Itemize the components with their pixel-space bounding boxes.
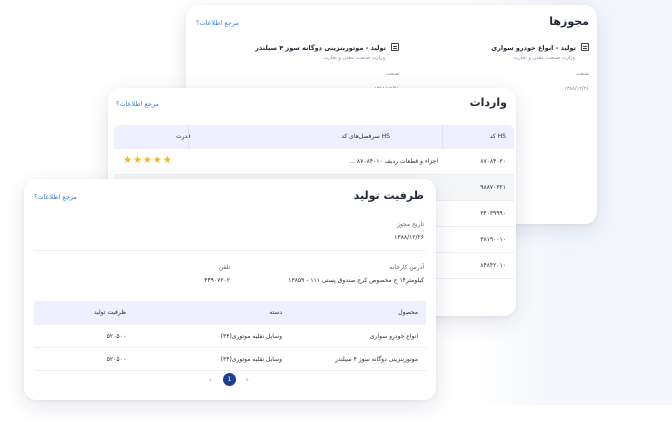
column-divider	[442, 125, 443, 149]
hs-code: ۹۸۸۷۰۳۲۱	[480, 184, 506, 191]
license-item: تولید - انواع خودرو سواری وزارت صنعت، مع…	[439, 43, 589, 92]
license-ministry: وزارت صنعت، معدن و تجارت	[323, 55, 385, 61]
product-capacity: ۵۲۰۵۰۰	[106, 356, 126, 363]
table-row[interactable]: موتوربنزینی دوگانه سوز ۴ سیلندر وسایل نق…	[34, 348, 426, 371]
capacity-title: ظرفیت تولید	[353, 189, 424, 202]
hs-code: ۸۴۸۴۲۰۱۰	[480, 262, 506, 269]
table-row[interactable]: انواع خودرو سواری وسایل نقلیه موتوری(۳۴)…	[34, 325, 426, 348]
page-current[interactable]: 1	[223, 373, 236, 386]
document-icon	[581, 43, 589, 51]
document-icon	[391, 43, 399, 51]
product-capacity: ۵۲۰۵۰۰	[106, 333, 126, 340]
license-type: صنعت	[575, 71, 589, 77]
pagination: ‹ 1 ›	[209, 373, 249, 387]
hs-code: ۳۴۰۳۹۹۹۰	[480, 210, 506, 217]
header-product: محصول	[398, 309, 418, 316]
licenses-reference-link[interactable]: مرجع اطلاعات؟	[196, 19, 239, 27]
license-date-value: ۱۳۸۸/۱۲/۲۶	[394, 234, 424, 241]
license-date-label: تاریخ مجوز	[397, 221, 424, 228]
chevron-left-icon[interactable]: ‹	[209, 375, 212, 384]
phone-value: ۴۴۹۰۷۲۰۲	[204, 277, 230, 284]
license-name: تولید - موتوربنزینی دوگانه سوز ۴ سیلندر	[255, 44, 386, 52]
hs-code: ۸۷۰۸۴۰۳۰	[480, 158, 506, 165]
license-ministry: وزارت صنعت، معدن و تجارت	[513, 55, 575, 61]
product-category: وسایل نقلیه موتوری(۳۴)	[220, 356, 282, 363]
divider	[34, 250, 426, 251]
license-name: تولید - انواع خودرو سواری	[491, 44, 576, 52]
header-hs-subheading: سرفصل‌های کد HS	[341, 133, 390, 140]
factory-address-value: کیلومتر۱۴ ج مخصوص کرج صندوق پستی ۱۱۱ - ۱…	[288, 277, 424, 284]
imports-title: واردات	[469, 96, 507, 109]
hs-subheading: ... اجزاء و قطعات ردیف ۸۷۰۸۴۰۱۰	[349, 158, 438, 165]
header-capacity: ظرفیت تولید	[93, 309, 126, 316]
product-name: انواع خودرو سواری	[369, 333, 418, 340]
production-capacity-card: ظرفیت تولید مرجع اطلاعات؟ تاریخ مجوز ۱۳۸…	[24, 179, 436, 400]
product-category: وسایل نقلیه موتوری(۳۴)	[220, 333, 282, 340]
column-divider	[188, 125, 189, 149]
header-category: دسته	[269, 309, 282, 316]
product-name: موتوربنزینی دوگانه سوز ۴ سیلندر	[335, 356, 418, 363]
table-row[interactable]: ۸۷۰۸۴۰۳۰ ... اجزاء و قطعات ردیف ۸۷۰۸۴۰۱۰…	[114, 149, 514, 175]
phone-label: تلفن	[218, 264, 230, 271]
chevron-right-icon[interactable]: ›	[246, 375, 249, 384]
rating-stars: ★★★★★	[123, 155, 173, 166]
license-type: صنعت	[385, 71, 399, 77]
table-header: کد HS سرفصل‌های کد HS قدرت	[114, 125, 514, 149]
hs-code: ۳۸۱۹۰۰۱۰	[480, 236, 506, 243]
capacity-table: محصول دسته ظرفیت تولید انواع خودرو سواری…	[34, 301, 426, 371]
factory-address-label: آدرس کارخانه	[389, 264, 424, 271]
capacity-reference-link[interactable]: مرجع اطلاعات؟	[34, 193, 77, 201]
imports-reference-link[interactable]: مرجع اطلاعات؟	[116, 100, 159, 108]
licenses-title: مجوزها	[549, 15, 589, 28]
table-header: محصول دسته ظرفیت تولید	[34, 301, 426, 325]
header-hs-code: کد HS	[489, 133, 506, 140]
license-item: تولید - موتوربنزینی دوگانه سوز ۴ سیلندر …	[255, 43, 399, 92]
